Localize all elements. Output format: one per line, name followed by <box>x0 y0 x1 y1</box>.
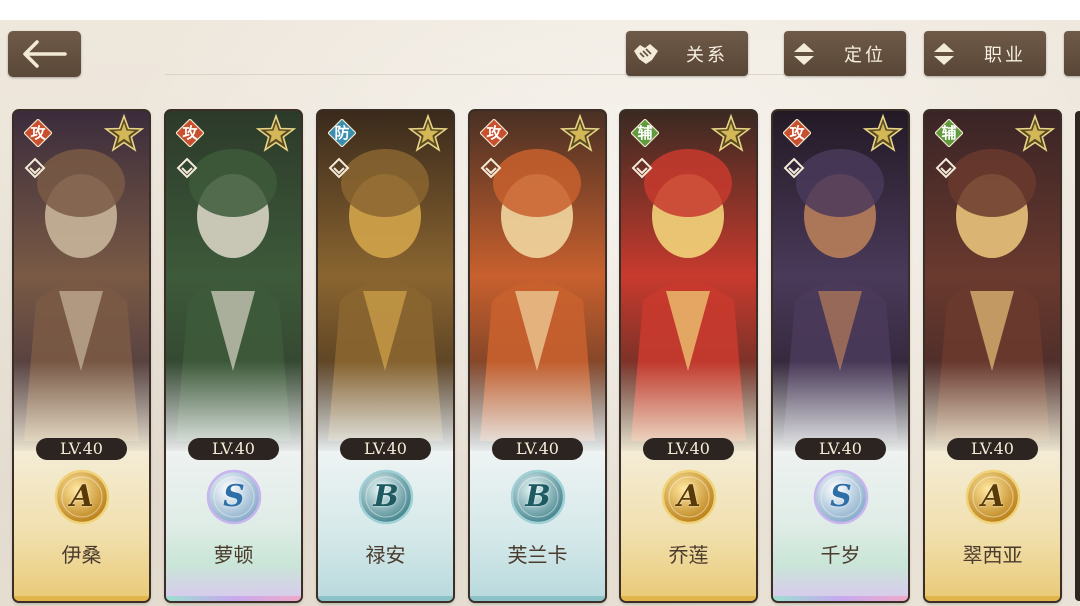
character-name: 禄安 <box>365 543 406 567</box>
rarity-rim <box>470 596 605 601</box>
rank-letter: S <box>830 479 852 514</box>
role-label: 攻 <box>789 124 805 142</box>
chevron-layers-icon <box>783 157 805 179</box>
role-badge: 攻 <box>782 118 812 148</box>
role-label: 攻 <box>486 124 502 142</box>
role-label: 攻 <box>30 124 46 142</box>
role-badge: 攻 <box>23 118 53 148</box>
back-arrow-icon <box>22 40 67 68</box>
star-icon <box>559 113 601 152</box>
star-icon <box>103 113 145 152</box>
rarity-rim <box>773 596 908 601</box>
rarity-rim <box>14 596 149 601</box>
star-icon <box>862 113 904 152</box>
role-label: 防 <box>334 124 350 142</box>
relation-filter-button[interactable]: 关系 <box>626 31 748 76</box>
character-card[interactable]: 防 LV.40 B 禄安 <box>318 111 453 601</box>
role-badge: 攻 <box>479 118 509 148</box>
class-filter-label: 职业 <box>984 44 1026 66</box>
character-card[interactable]: 攻 LV.40 A 伊桑 <box>14 111 149 601</box>
position-filter-label: 定位 <box>844 44 886 66</box>
star-icon <box>710 113 752 152</box>
rarity-rim <box>925 596 1060 601</box>
rank-letter: A <box>981 479 1005 514</box>
chevron-layers-icon <box>631 157 653 179</box>
chevron-layers-icon <box>24 157 46 179</box>
level-label: LV.40 <box>492 438 583 460</box>
star-icon <box>407 113 449 152</box>
chevron-layers-icon <box>176 157 198 179</box>
character-card[interactable]: 攻 LV.40 S 千岁 <box>773 111 908 601</box>
role-badge: 攻 <box>175 118 205 148</box>
role-badge: 辅 <box>934 118 964 148</box>
character-name: 乔莲 <box>668 543 709 567</box>
character-name: 千岁 <box>820 543 861 567</box>
chevron-layers-icon <box>480 157 502 179</box>
rarity-rim <box>318 596 453 601</box>
rank-letter: A <box>677 479 701 514</box>
rank-letter: S <box>223 479 245 514</box>
character-card[interactable]: 攻 LV.40 S 萝顿 <box>166 111 301 601</box>
role-badge: 防 <box>327 118 357 148</box>
character-card[interactable]: 辅 LV.40 A 乔莲 <box>621 111 756 601</box>
rank-letter: A <box>70 479 94 514</box>
role-badge: 辅 <box>630 118 660 148</box>
role-label: 攻 <box>182 124 198 142</box>
character-name: 伊桑 <box>61 543 102 567</box>
top-status-strip <box>0 0 1080 20</box>
character-card[interactable]: 攻 LV.40 B 芙兰卡 <box>470 111 605 601</box>
role-label: 辅 <box>637 124 653 142</box>
sort-arrows-icon <box>784 31 824 76</box>
character-card[interactable]: 辅 LV.40 A 翠西亚 <box>925 111 1060 601</box>
character-name: 芙兰卡 <box>507 543 568 567</box>
rarity-rim <box>621 596 756 601</box>
next-card-edge[interactable] <box>1075 111 1080 601</box>
role-label: 辅 <box>941 124 957 142</box>
rarity-rim <box>166 596 301 601</box>
star-icon <box>255 113 297 152</box>
rank-letter: B <box>525 479 551 514</box>
rank-letter: B <box>373 479 399 514</box>
extra-filter-button[interactable] <box>1064 31 1080 76</box>
level-label: LV.40 <box>340 438 431 460</box>
level-label: LV.40 <box>36 438 127 460</box>
chevron-layers-icon <box>328 157 350 179</box>
position-filter-button[interactable]: 定位 <box>784 31 906 76</box>
level-label: LV.40 <box>643 438 734 460</box>
chevron-layers-icon <box>935 157 957 179</box>
level-label: LV.40 <box>188 438 279 460</box>
level-label: LV.40 <box>947 438 1038 460</box>
level-label: LV.40 <box>795 438 886 460</box>
relation-filter-label: 关系 <box>686 44 728 66</box>
class-filter-button[interactable]: 职业 <box>924 31 1046 76</box>
star-icon <box>1014 113 1056 152</box>
character-name: 萝顿 <box>213 543 254 567</box>
character-name: 翠西亚 <box>962 543 1023 567</box>
sort-arrows-icon <box>924 31 964 76</box>
handshake-icon <box>626 31 666 76</box>
back-button[interactable] <box>8 31 81 77</box>
